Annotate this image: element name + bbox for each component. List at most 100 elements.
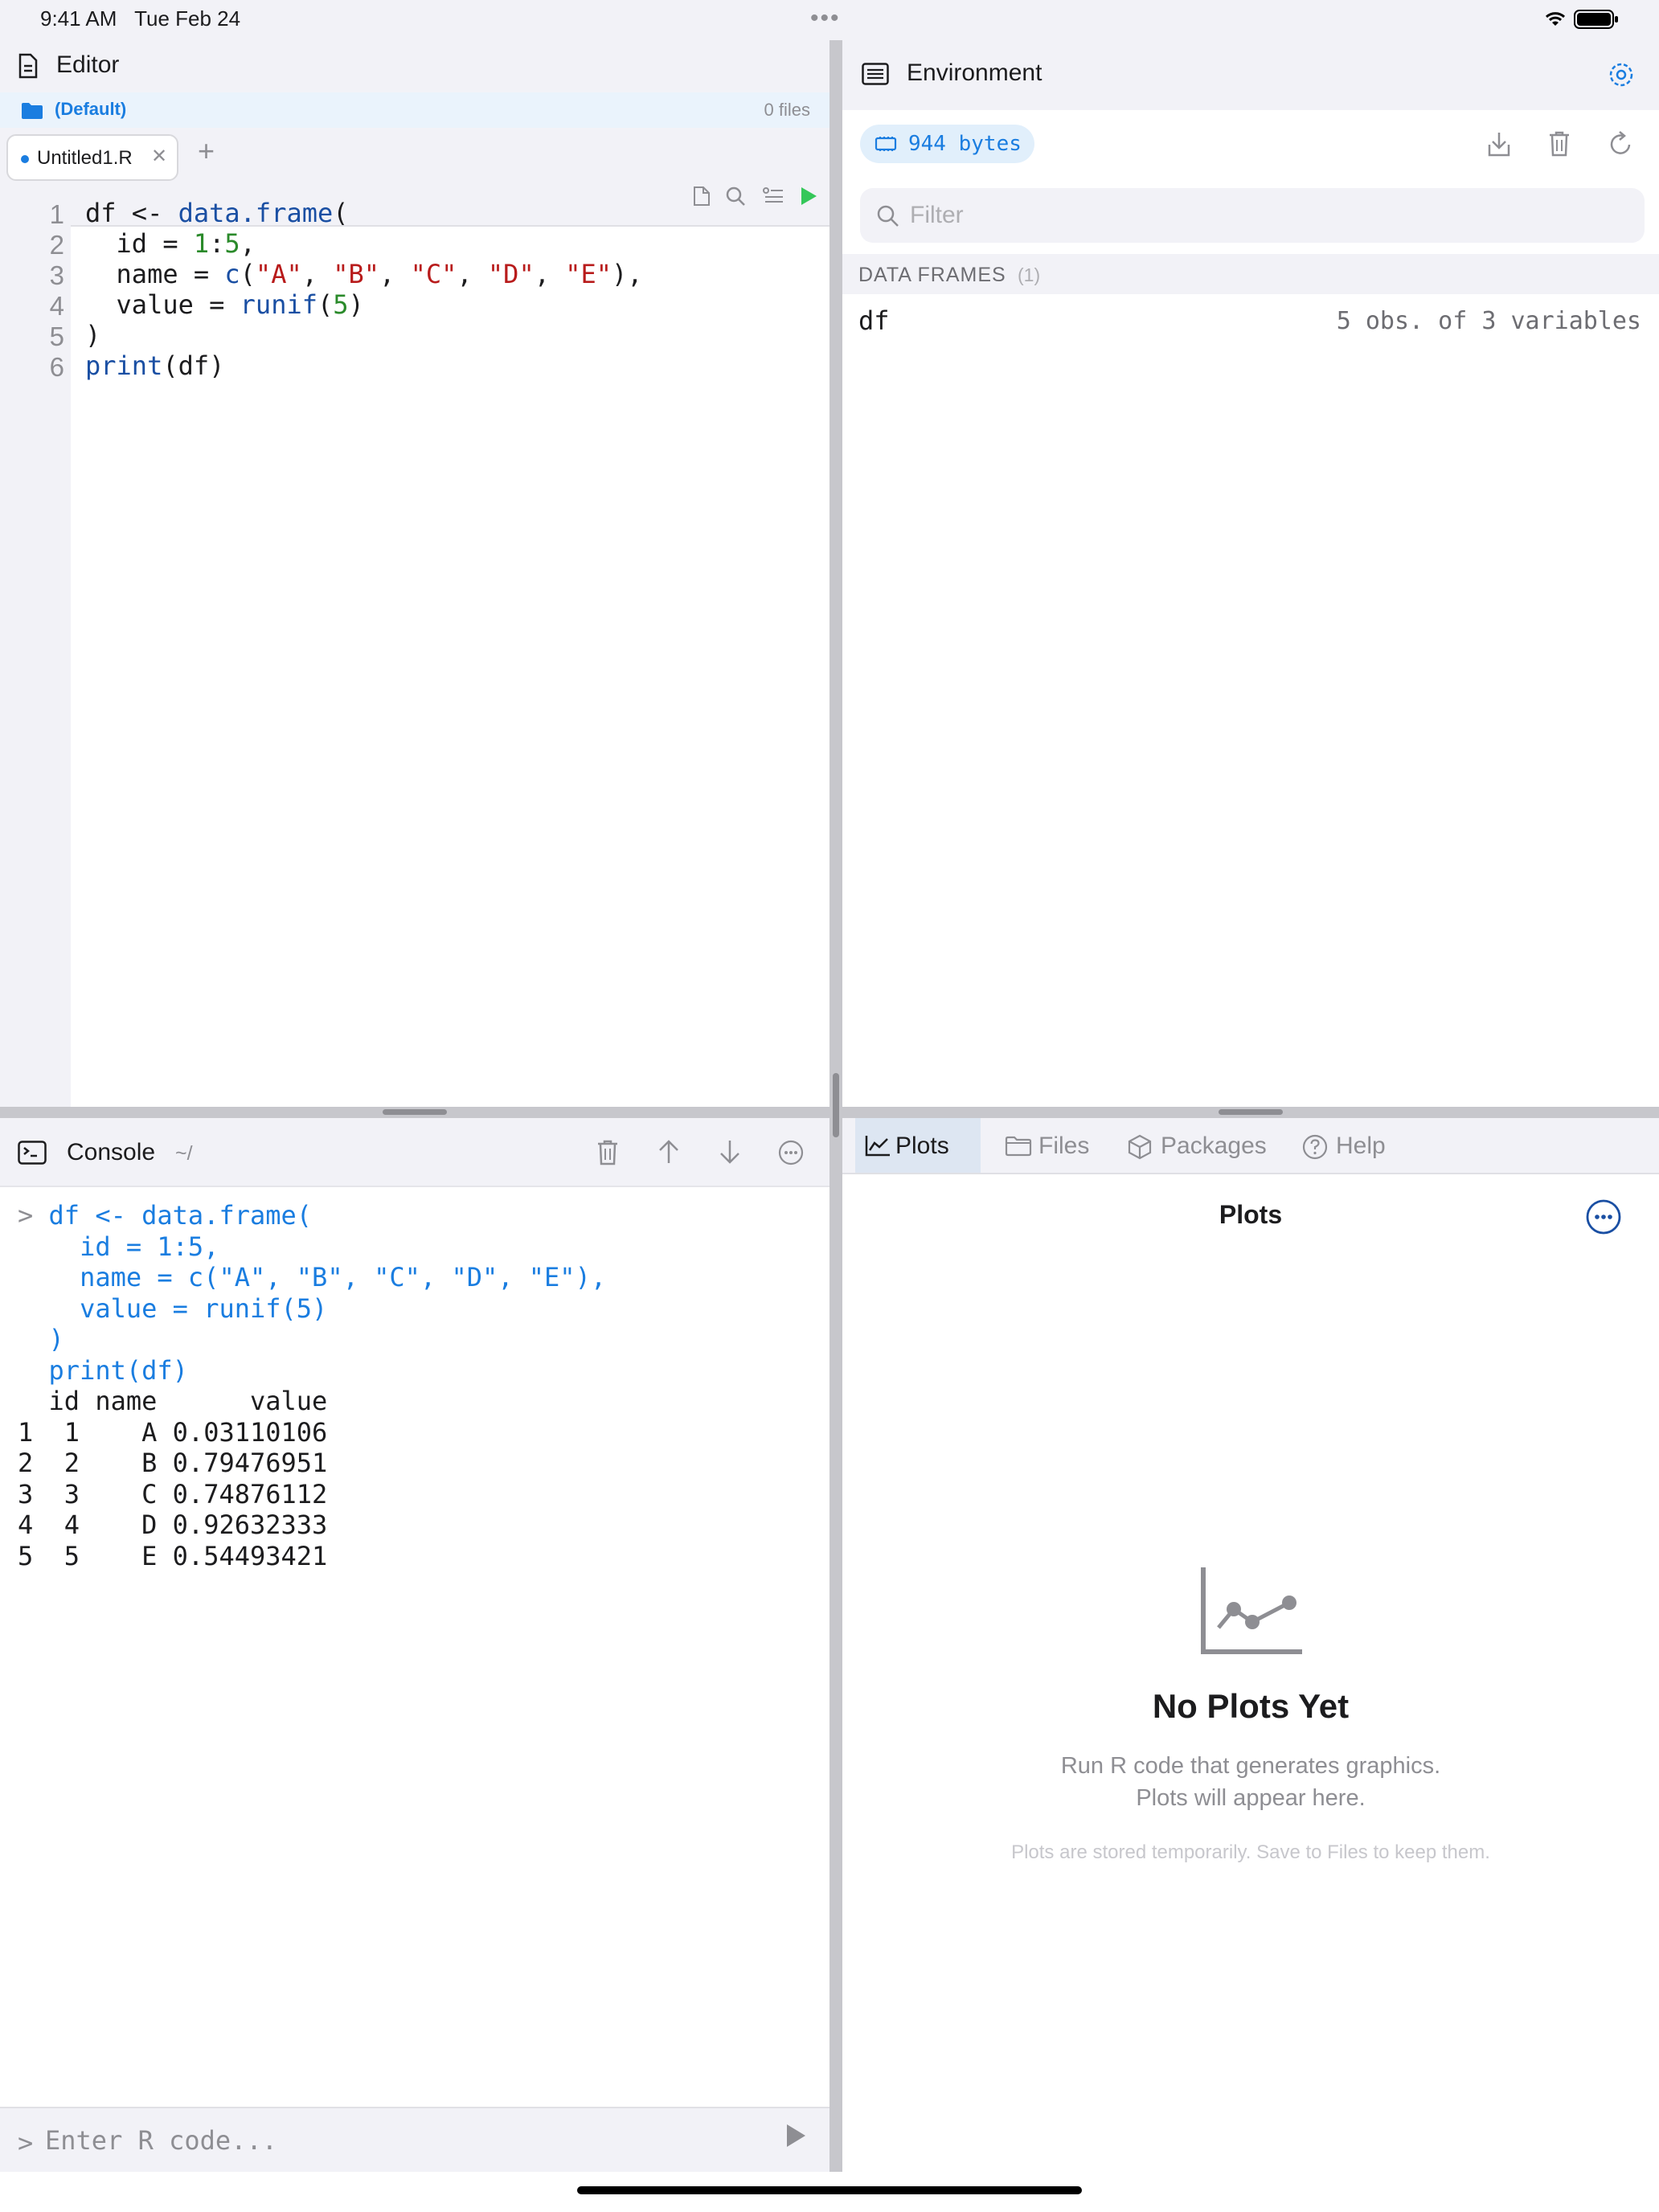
editor-title: Editor — [56, 51, 120, 78]
list-icon — [862, 63, 889, 85]
tab-label: Help — [1336, 1133, 1386, 1159]
files-icon — [1005, 1136, 1032, 1157]
folder-icon — [21, 102, 43, 120]
empty-state-title: No Plots Yet — [1152, 1687, 1350, 1725]
code-line: df <- data.frame( — [85, 198, 349, 228]
folder-name[interactable]: (Default) — [55, 99, 126, 120]
code-line: name = c("A", "B", "C", "D", "E"), — [85, 259, 643, 289]
battery-icon — [1574, 10, 1619, 29]
console-path: ~/ — [175, 1142, 193, 1165]
wifi-icon — [1543, 10, 1567, 27]
vertical-split-handle[interactable] — [833, 1073, 839, 1137]
console-output-line: 3 3 C 0.74876112 — [18, 1478, 328, 1509]
status-bar: 9:41 AM Tue Feb 24 ••• — [0, 0, 1659, 40]
memory-usage-label: 944 bytes — [908, 132, 1022, 156]
tab-packages[interactable]: Packages — [1120, 1118, 1289, 1173]
code-editor[interactable]: df <- data.frame( id = 1:5, name = c("A"… — [85, 198, 643, 381]
tab-files[interactable]: Files — [998, 1118, 1119, 1173]
console-output-line: id name value — [18, 1386, 328, 1416]
console-input-line: value = runif(5) — [18, 1292, 328, 1324]
line-number: 1 — [49, 199, 64, 229]
console-input-line: name = c("A", "B", "C", "D", "E"), — [18, 1262, 607, 1292]
gear-icon[interactable] — [1608, 61, 1635, 88]
trash-icon[interactable] — [596, 1139, 619, 1166]
console-input-line: id = 1:5, — [18, 1231, 219, 1262]
tab-label: Packages — [1161, 1133, 1267, 1159]
code-line: ) — [85, 320, 101, 350]
multitasking-dots-icon[interactable]: ••• — [810, 5, 841, 32]
unsaved-dot-icon — [21, 155, 29, 163]
empty-chart-icon — [1199, 1565, 1304, 1655]
trash-icon[interactable] — [1548, 130, 1571, 158]
variable-name: df — [858, 305, 890, 336]
tab-label: Untitled1.R — [37, 147, 133, 169]
tab-help[interactable]: Help — [1296, 1118, 1400, 1173]
package-icon — [1127, 1134, 1153, 1160]
tab-plots[interactable]: Plots — [855, 1118, 981, 1173]
console-output: > df <- data.frame( id = 1:5, name = c("… — [18, 1200, 606, 1571]
line-number: 2 — [49, 230, 64, 260]
chart-line-icon — [865, 1134, 891, 1157]
console-input-line: print(df) — [18, 1354, 188, 1386]
section-count: (1) — [1018, 264, 1041, 285]
line-number: 5 — [49, 322, 64, 351]
line-number-gutter: 1 2 3 4 5 6 — [0, 186, 71, 1109]
arrow-up-icon[interactable] — [657, 1139, 680, 1165]
run-icon[interactable] — [799, 186, 818, 207]
tab-untitled1[interactable]: Untitled1.R ✕ — [6, 134, 178, 181]
console-output-line: 5 5 E 0.54493421 — [18, 1540, 328, 1571]
filter-field[interactable] — [860, 188, 1645, 243]
code-line: value = runif(5) — [85, 289, 364, 320]
environment-pane: Environment 944 bytes DATA FRAMES (1) df… — [842, 40, 1659, 1107]
execute-button[interactable] — [784, 2123, 807, 2149]
plots-more-icon[interactable] — [1585, 1198, 1622, 1235]
home-indicator[interactable] — [577, 2186, 1082, 2194]
data-frames-section-header: DATA FRAMES (1) — [842, 254, 1659, 294]
add-tab-button[interactable]: + — [198, 134, 215, 168]
console-output-line: 2 2 B 0.79476951 — [18, 1448, 328, 1478]
console-input-bar: > — [0, 2107, 830, 2172]
console-input-line: > df <- data.frame( — [18, 1200, 313, 1231]
right-split-handle[interactable] — [1219, 1109, 1283, 1115]
empty-state-message: Plots will appear here. — [1136, 1785, 1366, 1811]
more-icon[interactable] — [778, 1140, 804, 1165]
console-input-line: ) — [18, 1324, 64, 1354]
new-file-icon[interactable] — [693, 186, 711, 207]
console-output-line: 1 1 A 0.03110106 — [18, 1416, 328, 1448]
folder-bar[interactable]: (Default) 0 files — [0, 92, 830, 128]
environment-header: Environment — [842, 40, 1659, 110]
status-clock: 9:41 AM — [40, 6, 117, 31]
arrow-down-icon[interactable] — [719, 1139, 741, 1165]
line-number: 6 — [49, 352, 64, 382]
environment-item-df[interactable]: df 5 obs. of 3 variables — [842, 294, 1659, 346]
plots-title: Plots — [1219, 1200, 1283, 1229]
filter-input[interactable] — [910, 196, 1617, 235]
tab-label: Files — [1038, 1133, 1090, 1159]
variable-description: 5 obs. of 3 variables — [1336, 307, 1641, 335]
status-date: Tue Feb 24 — [134, 6, 241, 31]
search-icon — [876, 204, 900, 228]
import-icon[interactable] — [1487, 130, 1511, 158]
section-title: DATA FRAMES — [858, 264, 1006, 286]
console-output-line: 4 4 D 0.92632333 — [18, 1509, 328, 1540]
format-list-icon[interactable] — [762, 186, 784, 207]
environment-title: Environment — [907, 59, 1043, 86]
tab-label: Plots — [895, 1133, 949, 1159]
line-number: 3 — [49, 260, 64, 290]
empty-state-message: Run R code that generates graphics. — [1060, 1753, 1441, 1779]
refresh-icon[interactable] — [1608, 130, 1633, 158]
terminal-icon — [18, 1141, 47, 1165]
code-line: id = 1:5, — [85, 228, 256, 259]
search-icon[interactable] — [725, 186, 746, 207]
console-input[interactable] — [45, 2120, 752, 2161]
folder-file-count: 0 files — [764, 100, 810, 120]
line-number: 4 — [49, 291, 64, 321]
help-icon — [1302, 1134, 1328, 1160]
console-prompt: > — [18, 2128, 34, 2158]
plots-pane: Plots Files Packages Help Plots No Plots… — [842, 1118, 1659, 2172]
editor-pane: Editor (Default) 0 files Untitled1.R ✕ +… — [0, 40, 830, 1109]
plots-tab-bar: Plots Files Packages Help — [842, 1118, 1659, 1174]
left-split-handle[interactable] — [383, 1109, 447, 1115]
console-title: Console — [67, 1139, 156, 1165]
tab-close-icon[interactable]: ✕ — [151, 145, 167, 168]
